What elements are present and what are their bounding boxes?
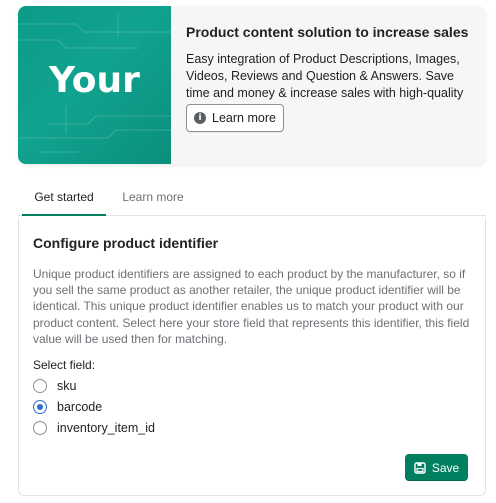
save-label: Save bbox=[431, 460, 460, 475]
radio-button[interactable] bbox=[33, 379, 47, 393]
radio-option-inventory-item-id[interactable]: inventory_item_id bbox=[33, 419, 155, 437]
radio-label: barcode bbox=[57, 400, 103, 414]
learn-more-label: Learn more bbox=[212, 111, 276, 125]
info-icon: i bbox=[194, 112, 207, 124]
radio-button[interactable] bbox=[33, 421, 47, 435]
radio-label: sku bbox=[57, 379, 77, 393]
radio-option-barcode[interactable]: barcode bbox=[33, 398, 102, 416]
configure-description: Unique product identifiers are assigned … bbox=[33, 267, 470, 346]
app-page: Your Product content solution to increas… bbox=[0, 0, 496, 503]
learn-more-button[interactable]: i Learn more bbox=[186, 104, 284, 132]
brand-logo-panel: Your bbox=[18, 6, 171, 164]
save-button[interactable]: Save bbox=[405, 454, 468, 481]
tab-learn-more[interactable]: Learn more bbox=[114, 180, 192, 216]
tab-bar: Get started Learn more bbox=[18, 180, 486, 216]
radio-button-selected[interactable] bbox=[33, 400, 47, 414]
radio-option-sku[interactable]: sku bbox=[33, 377, 76, 395]
brand-logo-text: Your bbox=[49, 60, 140, 101]
configure-card: Configure product identifier Unique prod… bbox=[18, 218, 486, 496]
banner-title: Product content solution to increase sal… bbox=[186, 24, 469, 40]
promo-banner: Your Product content solution to increas… bbox=[18, 6, 486, 164]
save-icon bbox=[414, 461, 426, 474]
configure-title: Configure product identifier bbox=[33, 235, 219, 251]
select-field-label: Select field: bbox=[33, 358, 96, 372]
radio-label: inventory_item_id bbox=[57, 421, 155, 435]
tab-get-started[interactable]: Get started bbox=[22, 180, 106, 216]
